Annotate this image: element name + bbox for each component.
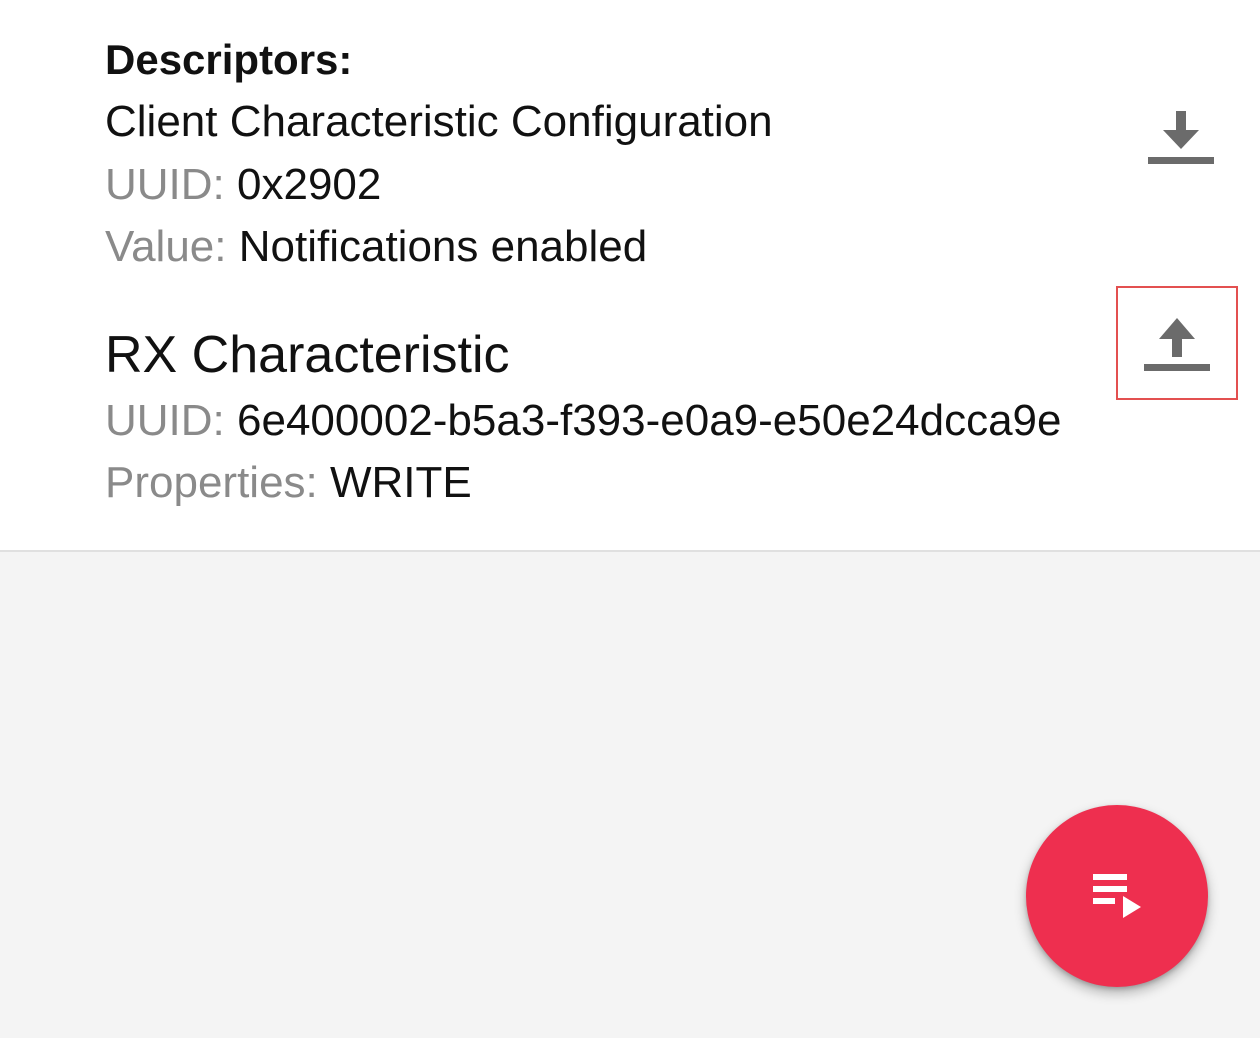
upload-icon (1144, 318, 1210, 371)
log-fab-button[interactable] (1026, 805, 1208, 987)
descriptor-uuid-value: 0x2902 (237, 160, 382, 209)
descriptor-name: Client Characteristic Configuration (105, 97, 773, 146)
characteristic-name: RX Characteristic (105, 326, 510, 384)
descriptor-uuid-label: UUID: (105, 160, 225, 209)
descriptor-value-label: Value: (105, 222, 227, 271)
characteristic-uuid-value: 6e400002-b5a3-f393-e0a9-e50e24dcca9e (237, 396, 1062, 445)
download-icon (1148, 111, 1214, 164)
characteristic-properties-value: WRITE (330, 458, 472, 507)
descriptor-uuid-row: UUID: 0x2902 (105, 160, 381, 210)
write-characteristic-button[interactable] (1116, 286, 1238, 400)
read-descriptor-button[interactable] (1121, 80, 1241, 192)
characteristic-properties-row: Properties: WRITE (105, 458, 472, 508)
descriptor-value-row: Value: Notifications enabled (105, 222, 647, 272)
playlist-play-icon (1093, 874, 1141, 918)
characteristic-card: Descriptors: Client Characteristic Confi… (0, 0, 1260, 552)
descriptor-value-value: Notifications enabled (238, 222, 648, 271)
descriptors-heading: Descriptors: (105, 36, 353, 83)
characteristic-properties-label: Properties: (105, 458, 318, 507)
characteristic-uuid-label: UUID: (105, 396, 225, 445)
characteristic-uuid-row: UUID: 6e400002-b5a3-f393-e0a9-e50e24dcca… (105, 396, 1062, 446)
